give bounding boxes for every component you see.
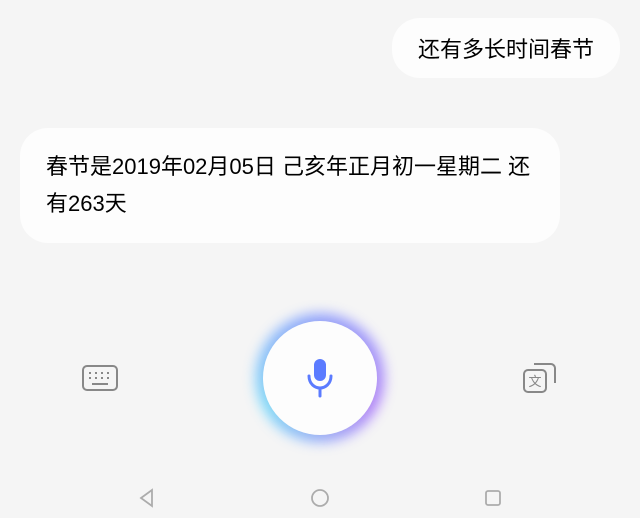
svg-text:文: 文: [528, 374, 541, 389]
mic-inner-circle: [263, 321, 377, 435]
nav-home-button[interactable]: [303, 488, 337, 508]
mic-button[interactable]: [245, 303, 395, 453]
assistant-message-row: 春节是2019年02月05日 己亥年正月初一星期二 还有263天: [20, 128, 620, 243]
user-message-text: 还有多长时间春节: [418, 37, 594, 62]
circle-home-icon: [309, 487, 331, 509]
translate-icon: 文: [521, 361, 559, 395]
user-message-bubble[interactable]: 还有多长时间春节: [392, 18, 620, 78]
keyboard-icon: [81, 364, 119, 392]
triangle-back-icon: [136, 487, 158, 509]
keyboard-button[interactable]: [80, 361, 120, 395]
system-nav-bar: [0, 478, 640, 518]
square-recent-icon: [482, 487, 504, 509]
chat-area: 还有多长时间春节 春节是2019年02月05日 己亥年正月初一星期二 还有263…: [0, 0, 640, 243]
nav-recent-button[interactable]: [476, 488, 510, 508]
translate-button[interactable]: 文: [520, 361, 560, 395]
microphone-icon: [304, 356, 336, 400]
assistant-message-text: 春节是2019年02月05日 己亥年正月初一星期二 还有263天: [46, 154, 530, 216]
input-controls: 文: [0, 303, 640, 453]
assistant-message-bubble[interactable]: 春节是2019年02月05日 己亥年正月初一星期二 还有263天: [20, 128, 560, 243]
nav-back-button[interactable]: [130, 488, 164, 508]
user-message-row: 还有多长时间春节: [20, 18, 620, 78]
